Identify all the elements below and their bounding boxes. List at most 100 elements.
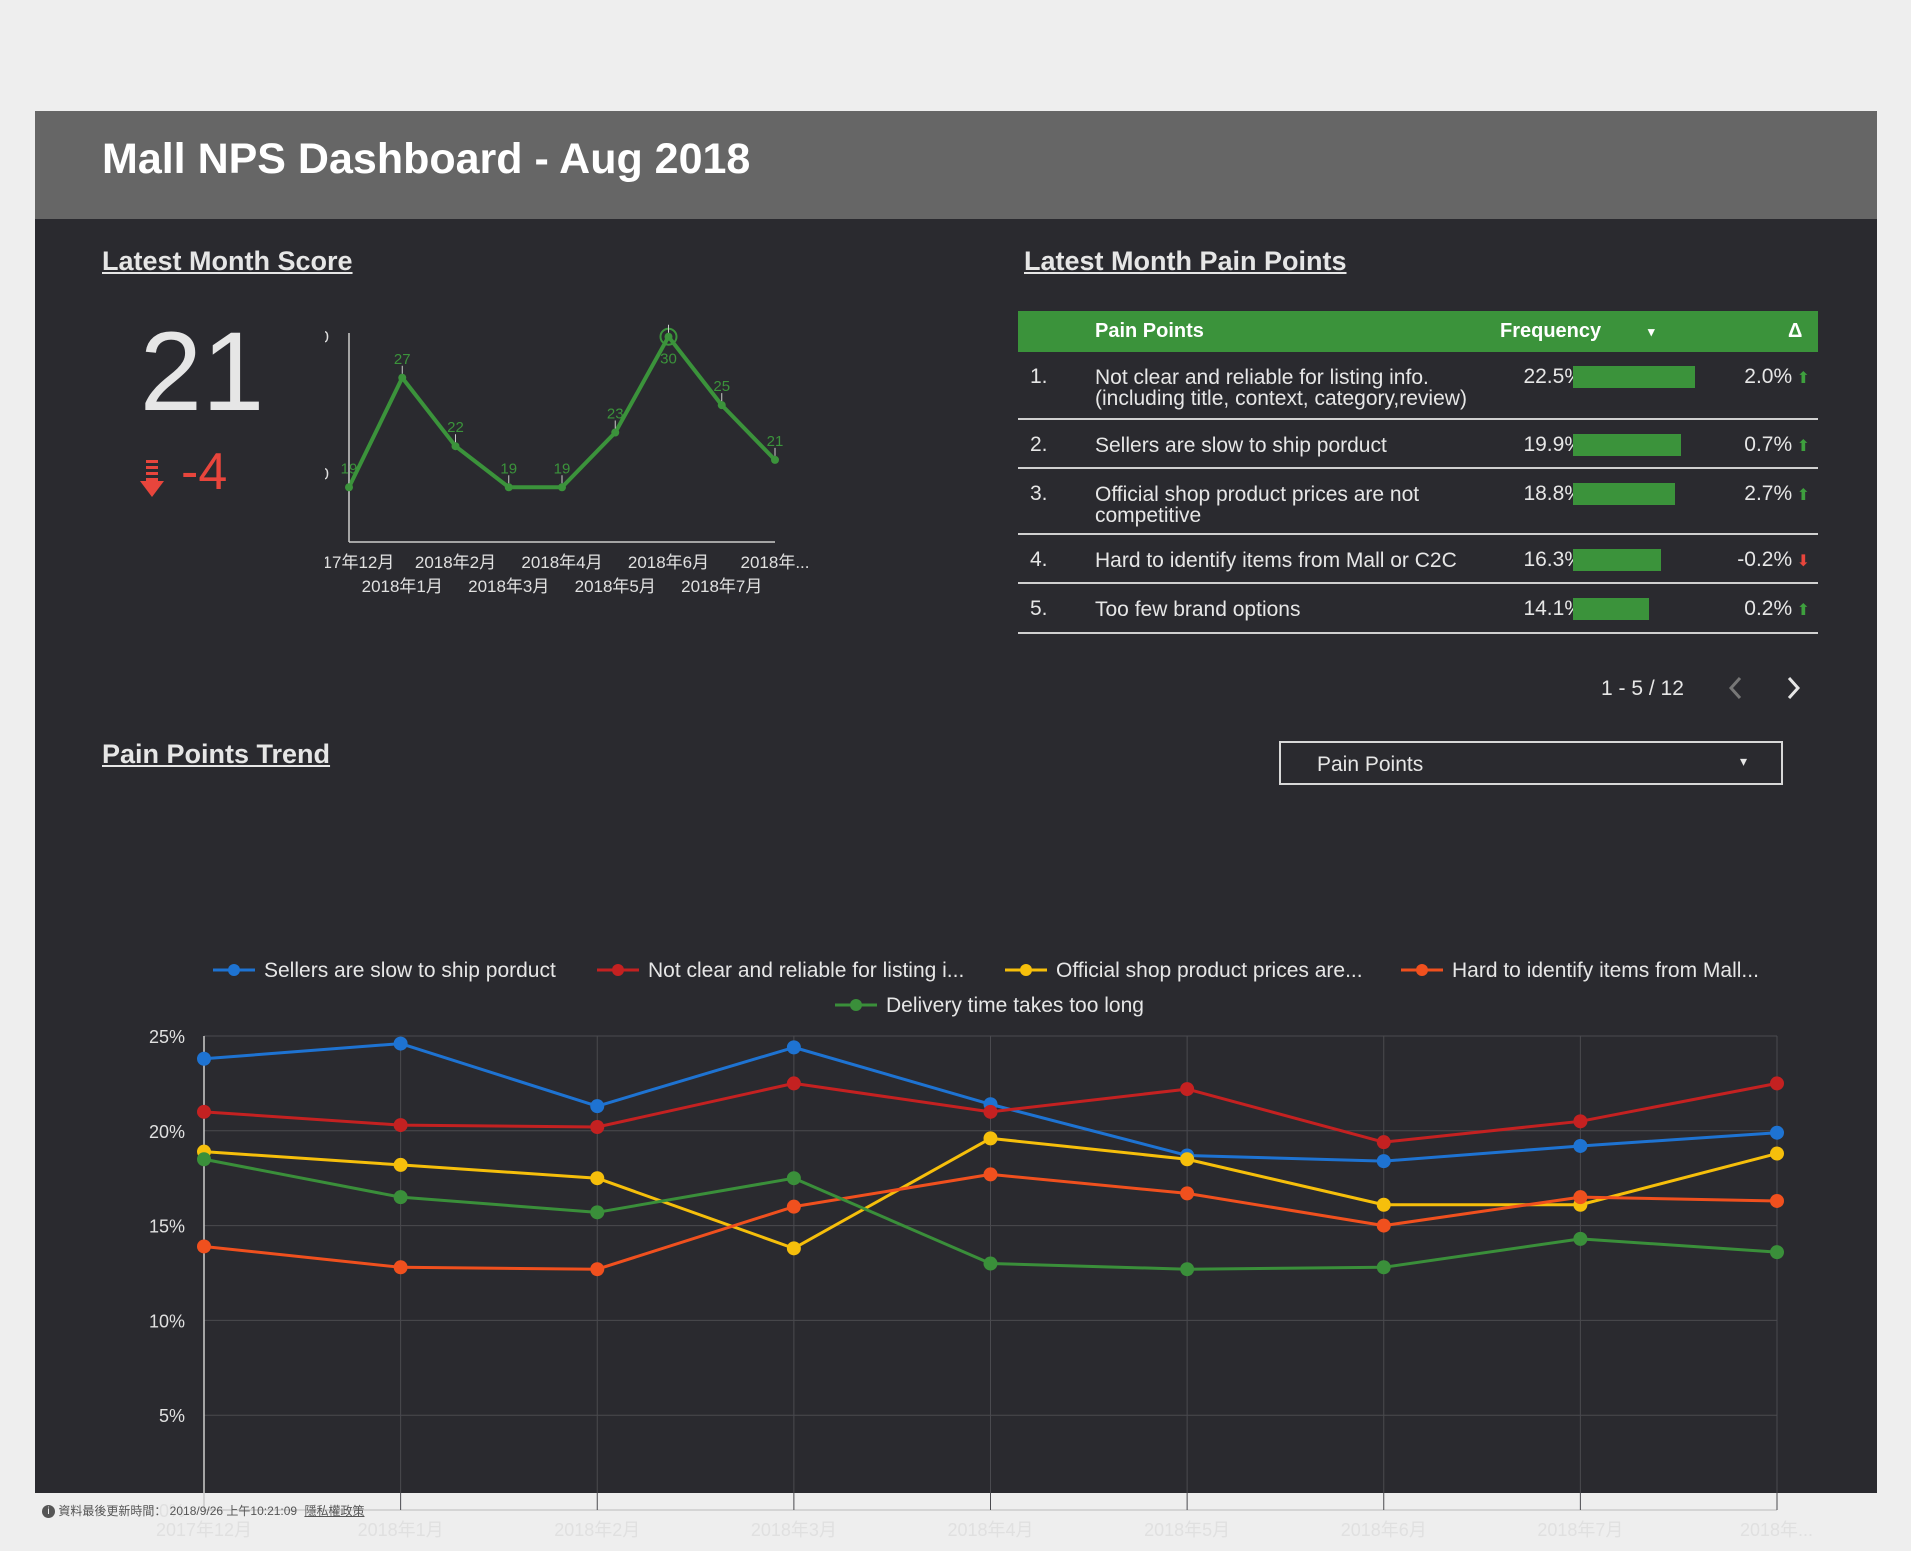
score-point	[504, 483, 513, 492]
series-point	[1376, 1154, 1391, 1169]
y-tick-label: 25%	[149, 1027, 185, 1047]
legend-entry: Hard to identify items from Mall...	[1452, 959, 1759, 982]
series-point	[393, 1036, 408, 1051]
score-point	[717, 401, 726, 410]
y-tick-label: 30	[325, 328, 329, 347]
frequency-bar	[1573, 598, 1649, 620]
x-tick-label: 2018年6月	[628, 553, 709, 572]
series-point	[197, 1051, 211, 1066]
x-tick-label: 2018年...	[741, 553, 810, 572]
chevron-right-icon[interactable]	[1778, 673, 1808, 703]
row-frequency: 14.1%	[1523, 597, 1583, 620]
table-row[interactable]: 1. Not clear and reliable for listing inf…	[1018, 352, 1818, 420]
row-index: 3.	[1030, 482, 1048, 505]
x-tick-label: 2018年5月	[1144, 1520, 1230, 1540]
row-pain-point-label: Too few brand options	[1095, 598, 1301, 621]
row-delta: -0.2% ⬇	[1718, 548, 1810, 572]
row-delta-value: 0.7%	[1744, 433, 1793, 456]
series-point	[1376, 1197, 1391, 1212]
privacy-policy-link[interactable]: 隱私權政策	[304, 1504, 364, 1518]
info-icon: i	[42, 1505, 55, 1519]
pagination: 1 - 5 / 12	[1601, 669, 1841, 709]
series-point	[983, 1131, 998, 1146]
series-point	[1180, 1186, 1195, 1201]
row-delta-value: 2.0%	[1744, 365, 1793, 388]
x-tick-label: 2018年1月	[358, 1520, 444, 1540]
x-tick-label: 2017年12月	[156, 1520, 252, 1540]
column-header-pain-points[interactable]: Pain Points	[1095, 320, 1204, 343]
score-point	[398, 373, 407, 382]
row-delta: 2.7% ⬆	[1718, 482, 1810, 506]
x-tick-label: 2018年2月	[415, 553, 496, 572]
legend-entry: Official shop product prices are...	[1056, 959, 1363, 982]
x-tick-label: 2018年3月	[468, 577, 549, 596]
arrow-down-icon: ⬇	[1792, 553, 1810, 570]
dropdown-selected-value: Pain Points	[1317, 753, 1424, 776]
series-point	[1770, 1125, 1784, 1140]
series-point	[786, 1199, 801, 1214]
series-point	[393, 1260, 408, 1275]
series-point	[1770, 1193, 1784, 1208]
page-title: Mall NPS Dashboard - Aug 2018	[102, 135, 751, 183]
score-data-label: 27	[394, 351, 411, 368]
series-point	[983, 1104, 998, 1119]
row-delta-value: 0.2%	[1744, 597, 1793, 620]
score-data-label: 19	[500, 460, 517, 477]
row-pain-point-label: Not clear and reliable for listing info.…	[1095, 366, 1467, 410]
series-point	[1770, 1245, 1784, 1260]
score-data-label: 23	[607, 406, 624, 423]
arrow-down-icon	[140, 460, 164, 497]
x-tick-label: 2018年3月	[751, 1520, 837, 1540]
table-row[interactable]: 5. Too few brand options 14.1% 0.2% ⬆	[1018, 584, 1818, 634]
series-point	[786, 1171, 801, 1186]
series-point	[1573, 1231, 1588, 1246]
table-header: Pain Points Frequency ▾ Δ	[1018, 311, 1818, 352]
pain-points-trend-chart: 0%5%10%15%20%25%2017年12月 2018年1月 2018年2月 20…	[149, 959, 1813, 1540]
series-point	[590, 1205, 605, 1220]
column-header-frequency[interactable]: Frequency	[1500, 320, 1601, 343]
series-point	[786, 1076, 801, 1091]
series-point	[590, 1120, 605, 1135]
x-tick-label: 2018年7月	[1537, 1520, 1623, 1540]
series-point	[590, 1262, 605, 1277]
row-delta: 0.7% ⬆	[1718, 433, 1810, 457]
table-row[interactable]: 2. Sellers are slow to ship porduct 19.9% 0…	[1018, 420, 1818, 469]
legend-swatch-dot	[228, 964, 240, 976]
x-tick-label: 2018年5月	[575, 577, 656, 596]
x-tick-label: 2018年...	[1740, 1520, 1813, 1540]
series-point	[1180, 1152, 1195, 1167]
series-point	[393, 1157, 408, 1172]
y-tick-label: 5%	[159, 1406, 185, 1426]
chevron-left-icon[interactable]	[1721, 673, 1751, 703]
y-tick-label: 10%	[149, 1311, 185, 1331]
score-point	[345, 483, 353, 492]
caret-down-icon: ▾	[1740, 753, 1748, 769]
legend-entry: Not clear and reliable for listing i...	[648, 959, 964, 982]
column-header-delta[interactable]: Δ	[1788, 320, 1802, 343]
row-frequency: 18.8%	[1523, 482, 1583, 505]
sort-desc-icon: ▾	[1648, 324, 1655, 339]
score-value: 21	[139, 309, 265, 434]
x-tick-label: 2018年4月	[947, 1520, 1033, 1540]
legend-swatch-dot	[850, 999, 862, 1011]
row-index: 1.	[1030, 365, 1048, 388]
frequency-bar	[1573, 483, 1675, 505]
arrow-up-icon: ⬆	[1792, 370, 1810, 387]
legend-swatch-dot	[612, 964, 624, 976]
series-point	[786, 1040, 801, 1055]
series-point	[1180, 1262, 1195, 1277]
series-point	[1376, 1218, 1391, 1233]
series-point	[1573, 1114, 1588, 1129]
arrow-up-icon: ⬆	[1792, 487, 1810, 504]
table-row[interactable]: 3. Official shop product prices are not c…	[1018, 469, 1818, 535]
y-tick-label: 15%	[149, 1217, 185, 1237]
series-point	[197, 1152, 211, 1167]
row-frequency: 16.3%	[1523, 548, 1583, 571]
x-tick-label: 2018年6月	[1341, 1520, 1427, 1540]
series-point	[590, 1099, 605, 1114]
score-delta: -4	[181, 443, 228, 501]
pain-points-filter-dropdown[interactable]: Pain Points ▾	[1279, 741, 1783, 785]
legend-entry: Sellers are slow to ship porduct	[264, 959, 556, 982]
x-tick-label: 2018年2月	[554, 1520, 640, 1540]
table-row[interactable]: 4. Hard to identify items from Mall or C2…	[1018, 535, 1818, 584]
